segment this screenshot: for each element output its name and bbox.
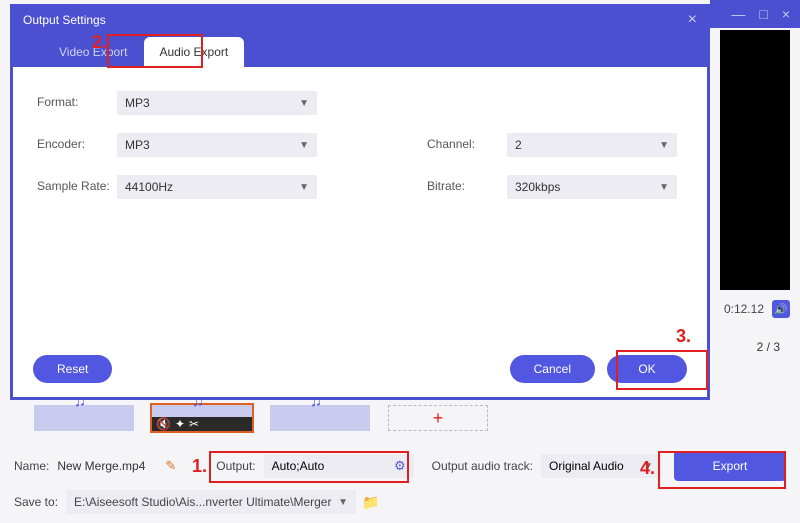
name-label: Name:	[14, 459, 51, 473]
time-value: 0:12.12	[724, 302, 764, 316]
track-value: Original Audio	[549, 459, 624, 473]
gear-icon[interactable]: ⚙	[394, 458, 406, 474]
clip-thumbnails: ♫ ♫🔇✦✂ ♫ +	[34, 405, 488, 431]
output-value: Auto;Auto	[272, 459, 325, 473]
chevron-down-icon: ▼	[659, 140, 669, 151]
clip-thumb[interactable]: ♫	[270, 405, 370, 431]
samplerate-select[interactable]: 44100Hz ▼	[117, 175, 317, 199]
saveto-label: Save to:	[14, 495, 60, 509]
bitrate-select[interactable]: 320kbps ▼	[507, 175, 677, 199]
app-close-icon[interactable]: ×	[782, 6, 790, 22]
channel-value: 2	[515, 138, 522, 152]
tab-audio-export[interactable]: Audio Export	[144, 37, 245, 67]
clip-thumb[interactable]: ♫	[34, 405, 134, 431]
chevron-down-icon: ▼	[338, 497, 348, 508]
bitrate-value: 320kbps	[515, 180, 560, 194]
format-label: Format:	[37, 91, 117, 115]
reset-button[interactable]: Reset	[33, 355, 112, 383]
channel-select[interactable]: 2▼	[507, 133, 677, 157]
add-clip-button[interactable]: +	[388, 405, 488, 431]
encoder-value: MP3	[125, 138, 150, 152]
preview-panel	[720, 30, 790, 290]
annotation-num-1: 1.	[192, 456, 207, 477]
output-select[interactable]: Auto;Auto ⚙	[264, 454, 414, 478]
mute-icon[interactable]: 🔇	[156, 417, 171, 431]
app-minimize-icon[interactable]: —	[731, 6, 745, 22]
saveto-select[interactable]: E:\Aiseesoft Studio\Ais...nverter Ultima…	[66, 490, 356, 514]
clip-thumb-selected[interactable]: ♫🔇✦✂	[152, 405, 252, 431]
open-folder-icon[interactable]: 📁	[362, 494, 379, 511]
output-settings-dialog: Output Settings × Video Export Audio Exp…	[10, 4, 710, 400]
pager: 2 / 3	[757, 340, 780, 354]
app-maximize-icon[interactable]: □	[759, 6, 767, 22]
chevron-down-icon: ▼	[299, 182, 309, 193]
star-icon[interactable]: ✦	[175, 417, 185, 431]
annotation-num-3: 3.	[676, 326, 691, 347]
dialog-title: Output Settings	[23, 13, 106, 27]
format-select[interactable]: MP3 ▼	[117, 91, 317, 115]
annotation-num-4: 4.	[640, 458, 655, 479]
format-value: MP3	[125, 96, 150, 110]
chevron-down-icon: ▼	[299, 98, 309, 109]
encoder-label: Encoder:	[37, 133, 117, 157]
ok-button[interactable]: OK	[607, 355, 687, 383]
export-button[interactable]: Export	[674, 451, 786, 481]
chevron-down-icon: ▼	[299, 140, 309, 151]
bitrate-label: Bitrate:	[427, 175, 507, 199]
cancel-button[interactable]: Cancel	[510, 355, 595, 383]
samplerate-value: 44100Hz	[125, 180, 173, 194]
volume-icon[interactable]: 🔊	[772, 300, 790, 318]
saveto-value: E:\Aiseesoft Studio\Ais...nverter Ultima…	[74, 495, 331, 509]
edit-name-icon[interactable]: ✎	[165, 458, 176, 474]
cut-icon[interactable]: ✂	[189, 417, 199, 431]
name-value: New Merge.mp4	[57, 459, 159, 473]
preview-timecode: 0:12.12 🔊	[724, 300, 790, 318]
chevron-down-icon: ▼	[659, 182, 669, 193]
channel-label: Channel:	[427, 133, 507, 157]
track-label: Output audio track:	[432, 459, 535, 473]
annotation-num-2: 2.	[92, 32, 107, 53]
encoder-select[interactable]: MP3 ▼	[117, 133, 317, 157]
output-label: Output:	[216, 459, 257, 473]
close-icon[interactable]: ×	[688, 11, 697, 29]
samplerate-label: Sample Rate:	[37, 175, 117, 199]
